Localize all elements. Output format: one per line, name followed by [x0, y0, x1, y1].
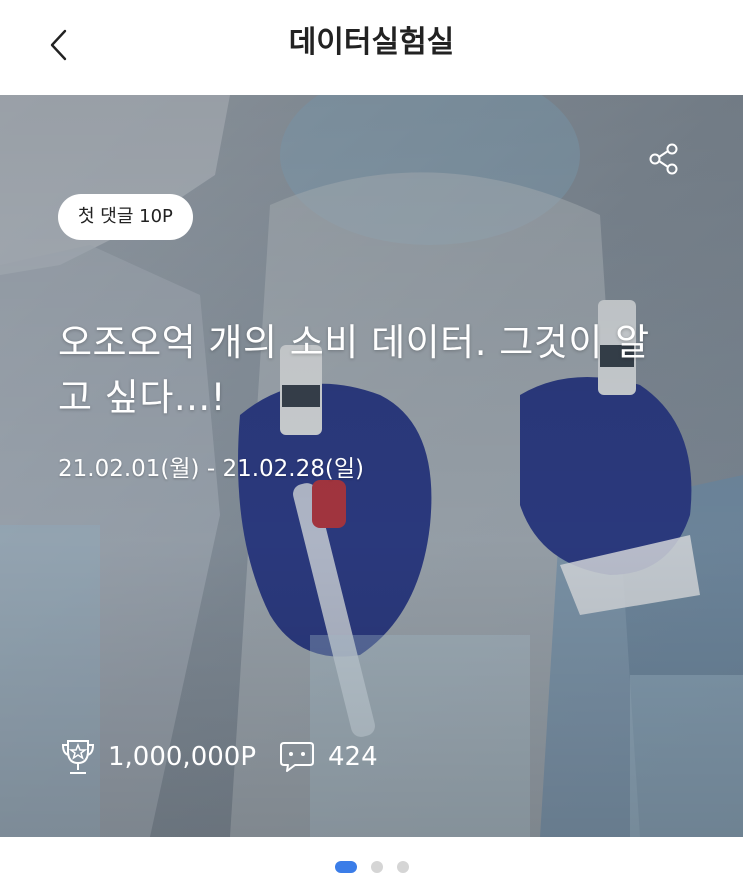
app-header: 데이터실험실	[0, 0, 743, 95]
event-stats: 1,000,000P 424	[60, 735, 378, 779]
comment-count: 424	[328, 742, 378, 772]
comment-stat[interactable]: 424	[278, 739, 378, 775]
pager-dot[interactable]	[334, 861, 357, 873]
reward-stat: 1,000,000P	[60, 737, 256, 777]
reward-badge: 첫 댓글 10P	[58, 194, 193, 240]
page-title: 데이터실험실	[288, 25, 455, 60]
pager-dot[interactable]	[370, 861, 383, 873]
event-banner[interactable]: 첫 댓글 10P 오조오억 개의 소비 데이터. 그것이 알고 싶다...! 2…	[0, 95, 743, 837]
carousel-pager	[0, 857, 743, 877]
share-button[interactable]	[646, 141, 682, 177]
event-headline: 오조오억 개의 소비 데이터. 그것이 알고 싶다...!	[58, 321, 650, 419]
event-period: 21.02.01(월) - 21.02.28(일)	[58, 456, 364, 482]
pager-dot[interactable]	[396, 861, 409, 873]
reward-amount: 1,000,000P	[108, 742, 257, 772]
comment-icon	[280, 742, 315, 772]
trophy-icon	[61, 740, 95, 774]
share-icon	[649, 143, 678, 175]
